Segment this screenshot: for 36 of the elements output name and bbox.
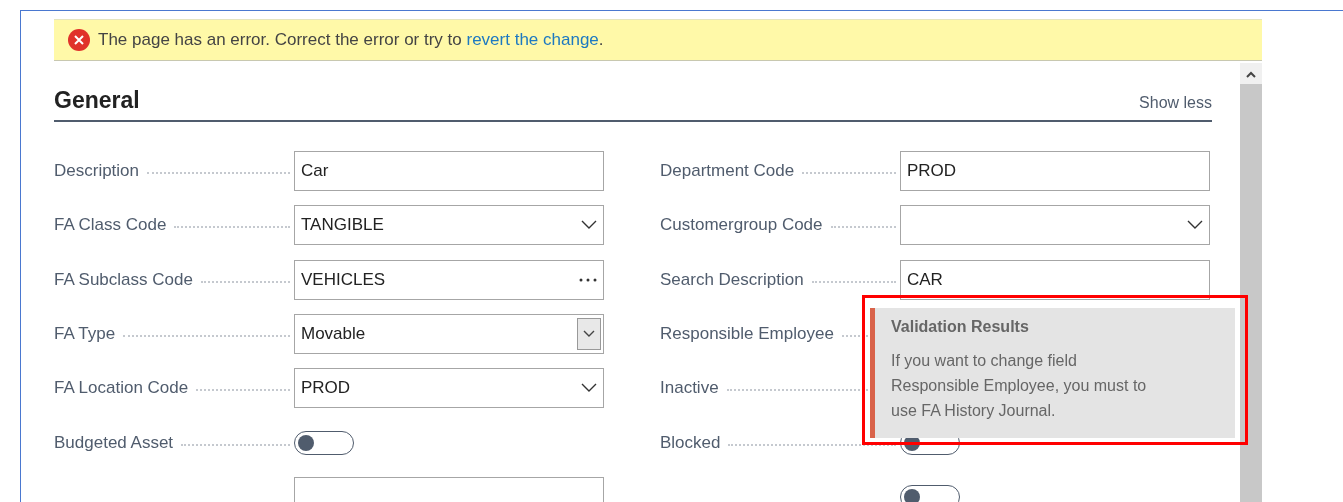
dropdown-field[interactable] [900, 205, 1210, 246]
lookup-field[interactable]: VEHICLES [294, 259, 604, 300]
field-label: FA Location Code [54, 378, 189, 399]
input-field[interactable]: CAR [900, 259, 1210, 300]
chevron-down-icon[interactable] [583, 330, 595, 338]
toggle-switch[interactable] [294, 430, 354, 455]
section-title: General [54, 87, 140, 114]
scrollbar[interactable] [1240, 63, 1262, 502]
chevron-up-icon[interactable] [1246, 71, 1256, 78]
revert-link[interactable]: revert the change [466, 30, 599, 49]
chevron-down-icon[interactable] [581, 220, 597, 231]
field-label: Department Code [660, 161, 795, 182]
field-label: Search Description [660, 269, 804, 290]
dropdown-field[interactable]: PROD [294, 368, 604, 409]
tooltip-title: Validation Results [891, 318, 1030, 336]
chevron-down-icon[interactable] [581, 383, 597, 394]
dropdown-field[interactable]: TANGIBLE [294, 205, 604, 246]
ellipsis-icon[interactable] [579, 277, 597, 282]
field-label: Responsible Employee [660, 324, 834, 344]
toggle-switch[interactable] [900, 484, 960, 502]
show-less-link[interactable]: Show less [1139, 94, 1212, 112]
field-label: FA Type [54, 324, 116, 344]
error-message: The page has an error. Correct the error or try to revert the change. [98, 30, 604, 50]
input-field[interactable]: PROD [900, 151, 1210, 192]
tooltip-message: If you want to change field Responsible Employee, you must to use FA History Journal. [891, 351, 1148, 421]
field-label: Budgeted Asset [54, 432, 174, 453]
dropdown-field[interactable]: Movable [294, 314, 604, 354]
input-field[interactable]: Car [294, 151, 604, 192]
field-label: Blocked [660, 432, 721, 453]
field-label: FA Class Code [54, 215, 167, 236]
field-label: FA Subclass Code [54, 269, 193, 290]
field-label: Description [54, 161, 140, 182]
field-label: Customergroup Code [660, 215, 823, 236]
error-icon [68, 29, 90, 51]
chevron-down-icon[interactable] [1187, 220, 1203, 231]
field-label: Inactive [660, 378, 719, 399]
